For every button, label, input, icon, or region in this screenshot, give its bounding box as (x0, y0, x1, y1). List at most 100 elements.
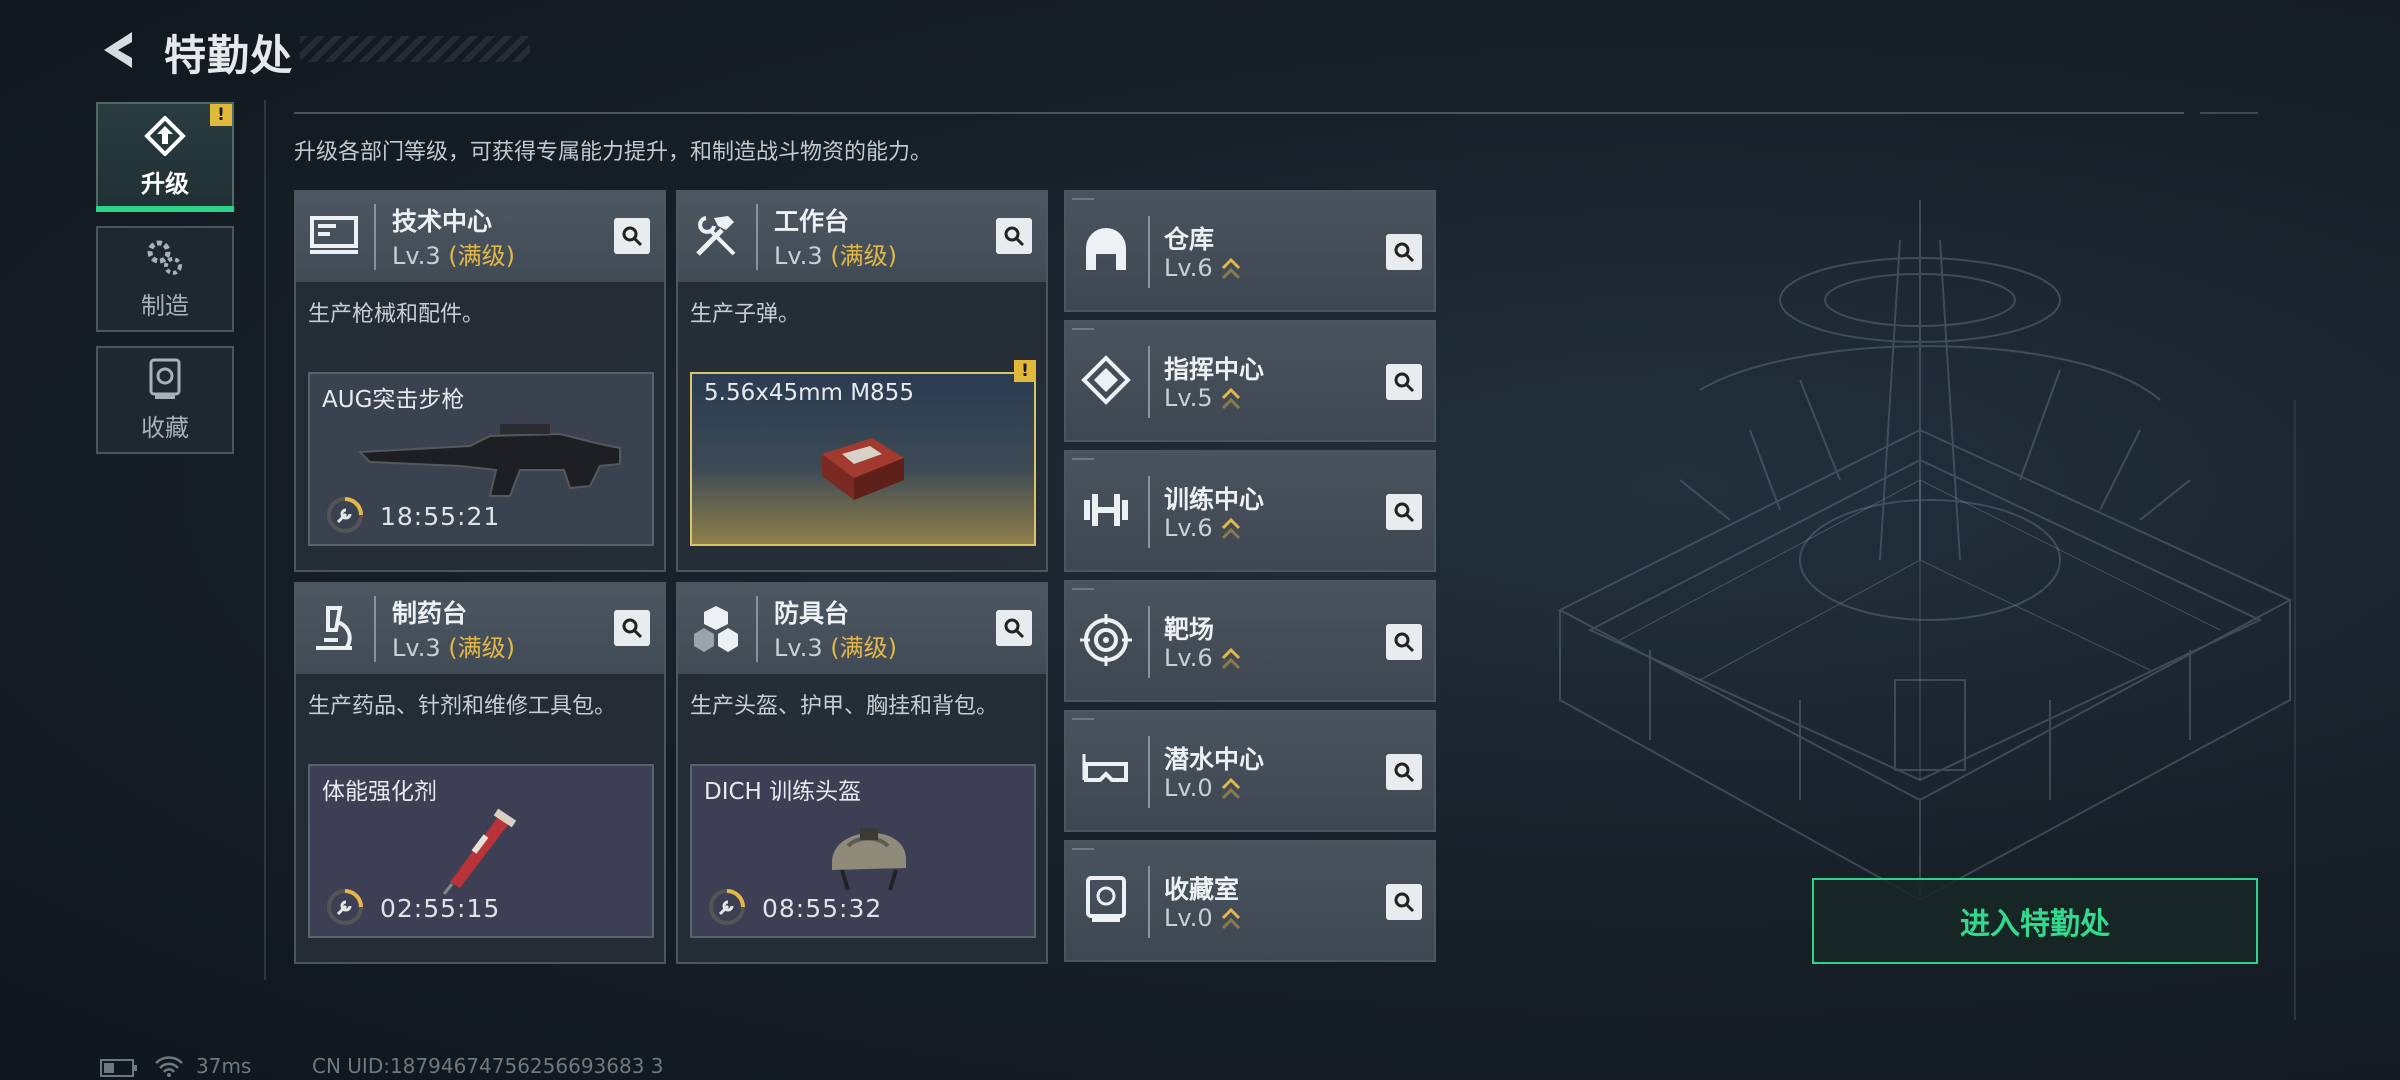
upgrade-chevron-icon (1221, 777, 1240, 800)
facility-card-shooting-range[interactable]: 靶场 Lv.6 (1064, 580, 1436, 702)
inspect-button[interactable] (1386, 494, 1422, 530)
search-icon (1394, 762, 1415, 783)
level-value: Lv.0 (1164, 774, 1213, 802)
craft-item-name: DICH 训练头盔 (704, 779, 862, 805)
tools-icon (696, 216, 736, 256)
facility-level: Lv.0 (1164, 904, 1241, 932)
search-icon (1394, 502, 1415, 523)
station-card-pharmacy[interactable]: 制药台 Lv.3 (满级) 生产药品、针剂和维修工具包。 体能强化剂 02:55… (294, 582, 666, 964)
max-level-tag: (满级) (830, 634, 897, 662)
craft-slot[interactable]: 体能强化剂 02:55:15 (308, 764, 654, 938)
facility-name: 靶场 (1164, 615, 1215, 644)
wrench-timer-icon (327, 497, 363, 533)
header-separator (1148, 736, 1150, 808)
microscope-icon (316, 606, 352, 650)
upgrade-chevron-icon (1221, 647, 1240, 670)
level-value: Lv.6 (1164, 644, 1213, 672)
facility-card-warehouse[interactable]: 仓库 Lv.6 (1064, 190, 1436, 312)
station-description: 生产头盔、护甲、胸挂和背包。 (690, 694, 999, 719)
facility-card-training-center[interactable]: 训练中心 Lv.6 (1064, 450, 1436, 572)
upgrade-chevron-icon (1221, 257, 1240, 280)
header-separator (374, 596, 376, 662)
facility-name: 收藏室 (1164, 875, 1240, 904)
level-value: Lv.3 (774, 634, 823, 662)
helmet-image (832, 828, 906, 891)
facility-name: 仓库 (1164, 225, 1215, 254)
dumbbell-icon (1084, 494, 1128, 526)
upgrade-icon (144, 115, 186, 156)
station-description: 生产枪械和配件。 (308, 302, 485, 327)
max-level-tag: (满级) (448, 242, 515, 270)
card-header: 工作台 Lv.3 (满级) (678, 192, 1046, 282)
divider-top (294, 112, 2184, 114)
enter-special-ops-button[interactable]: 进入特勤处 (1812, 878, 2258, 964)
card-header: 制药台 Lv.3 (满级) (296, 584, 664, 674)
collection-icon (149, 358, 181, 399)
tab-upgrade[interactable]: 升级 ! (96, 102, 234, 212)
craft-slot[interactable]: AUG突击步枪 18:55:21 (308, 372, 654, 546)
injector-image (442, 808, 517, 895)
craft-timer: 18:55:21 (380, 502, 501, 531)
inspect-button[interactable] (1386, 624, 1422, 660)
header-separator (756, 204, 758, 270)
station-card-tech-center[interactable]: 技术中心 Lv.3 (满级) 生产枪械和配件。 AUG突击步枪 18:55:21 (294, 190, 666, 572)
tab-collection[interactable]: 收藏 (96, 346, 234, 454)
back-arrow-icon[interactable] (96, 26, 144, 74)
craft-item-name: 体能强化剂 (322, 779, 437, 805)
facility-name: 训练中心 (1164, 485, 1265, 514)
ammo-box-image (822, 438, 904, 500)
search-icon (1394, 372, 1415, 393)
search-icon (1394, 242, 1415, 263)
max-level-tag: (满级) (830, 242, 897, 270)
station-card-workbench[interactable]: 工作台 Lv.3 (满级) 生产子弹。 5.56x45mm M855 ! (676, 190, 1048, 572)
craft-item-name: AUG突击步枪 (322, 387, 465, 413)
monitor-icon (310, 216, 358, 254)
network-ping: 37ms (196, 1054, 252, 1078)
facility-level: Lv.6 (1164, 514, 1241, 542)
wifi-icon (155, 1056, 183, 1077)
craft-timer: 02:55:15 (380, 894, 501, 923)
inspect-button[interactable] (614, 610, 650, 646)
target-icon (1080, 614, 1132, 666)
inspect-button[interactable] (1386, 884, 1422, 920)
station-card-armor-bench[interactable]: 防具台 Lv.3 (满级) 生产头盔、护甲、胸挂和背包。 DICH 训练头盔 0… (676, 582, 1048, 964)
inspect-button[interactable] (996, 610, 1032, 646)
command-emblem-icon (1081, 355, 1131, 405)
station-description: 生产药品、针剂和维修工具包。 (308, 694, 617, 719)
level-value: Lv.3 (392, 242, 441, 270)
inspect-button[interactable] (614, 218, 650, 254)
search-icon (1004, 618, 1025, 639)
alert-badge: ! (1014, 360, 1036, 382)
display-case-icon (1086, 876, 1126, 922)
tab-craft-label: 制造 (141, 291, 189, 320)
right-decor-line-top (2200, 112, 2258, 114)
header-separator (1148, 476, 1150, 548)
inspect-button[interactable] (1386, 234, 1422, 270)
page-title: 特勤处 (164, 31, 294, 80)
wrench-timer-icon (327, 889, 363, 925)
tab-craft[interactable]: 制造 (96, 226, 234, 332)
facility-card-command-center[interactable]: 指挥中心 Lv.5 (1064, 320, 1436, 442)
station-name: 制药台 (392, 599, 468, 628)
inspect-button[interactable] (1386, 364, 1422, 400)
craft-slot[interactable]: 5.56x45mm M855 ! (690, 360, 1036, 546)
page-subtitle: 升级各部门等级，可获得专属能力提升，和制造战斗物资的能力。 (294, 140, 933, 165)
facility-level: Lv.6 (1164, 254, 1241, 282)
facility-card-diving-center[interactable]: 潜水中心 Lv.0 (1064, 710, 1436, 832)
wrench-timer-icon (709, 889, 745, 925)
header-separator (1148, 606, 1150, 678)
facility-card-collection-room[interactable]: 收藏室 Lv.0 (1064, 840, 1436, 962)
card-header: 技术中心 Lv.3 (满级) (296, 192, 664, 282)
battery-icon (100, 1059, 137, 1077)
station-level: Lv.3 (满级) (392, 236, 515, 271)
header-separator (1148, 216, 1150, 288)
inspect-button[interactable] (996, 218, 1032, 254)
upgrade-chevron-icon (1221, 387, 1240, 410)
station-name: 技术中心 (392, 207, 493, 236)
facility-name: 指挥中心 (1164, 355, 1265, 384)
tab-upgrade-label: 升级 (141, 169, 189, 198)
level-value: Lv.6 (1164, 254, 1213, 282)
inspect-button[interactable] (1386, 754, 1422, 790)
craft-slot[interactable]: DICH 训练头盔 08:55:32 (690, 764, 1036, 938)
station-level: Lv.3 (满级) (774, 236, 897, 271)
